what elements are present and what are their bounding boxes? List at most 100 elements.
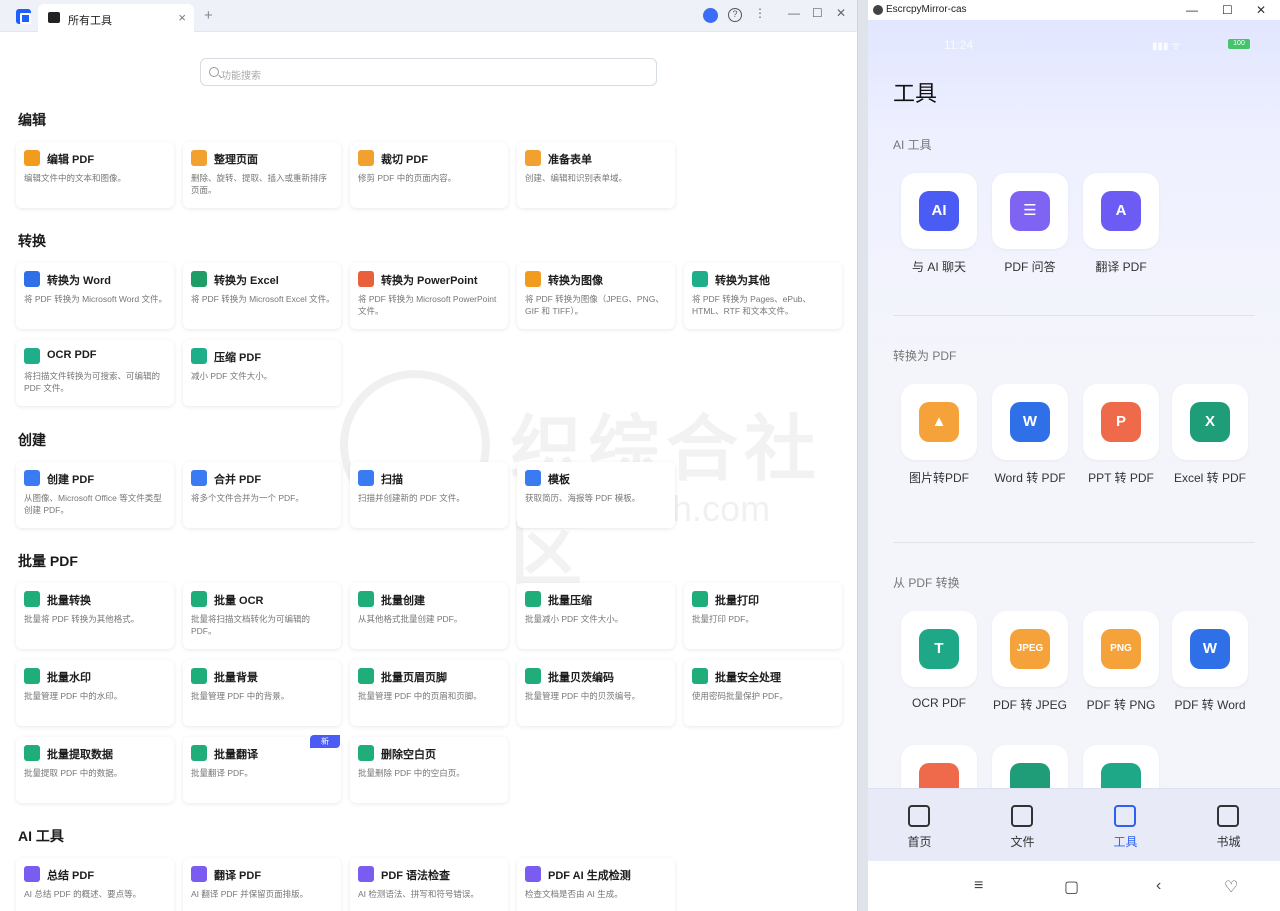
tool-card[interactable]: 模板 获取简历、海报等 PDF 模板。 bbox=[517, 462, 675, 528]
phone-tool-tile[interactable]: ▲ bbox=[901, 384, 977, 460]
page-title: 工具 bbox=[893, 81, 938, 106]
tool-card[interactable]: OCR PDF 将扫描文件转换为可搜索、可编辑的 PDF 文件。 bbox=[16, 340, 174, 406]
tool-title: 批量安全处理 bbox=[715, 672, 781, 684]
user-avatar-icon[interactable] bbox=[703, 8, 718, 23]
nav-label: 工具 bbox=[1113, 835, 1138, 849]
phone-tool-tile[interactable]: PNG bbox=[1083, 611, 1159, 687]
tool-card[interactable]: 总结 PDF AI 总结 PDF 的概述、要点等。 bbox=[16, 858, 174, 911]
tool-icon bbox=[191, 668, 207, 684]
tool-card[interactable]: 转换为 PowerPoint 将 PDF 转换为 Microsoft PowerP… bbox=[350, 263, 508, 329]
tool-title: PDF AI 生成检测 bbox=[548, 870, 631, 882]
tool-title: 转换为 Word bbox=[47, 275, 111, 287]
tool-title: 模板 bbox=[548, 474, 570, 486]
mirror-close-button[interactable]: ✕ bbox=[1256, 3, 1266, 17]
nav-item[interactable]: 书城 bbox=[1177, 789, 1280, 862]
tool-icon bbox=[24, 150, 40, 166]
close-window-button[interactable]: ✕ bbox=[836, 6, 846, 20]
more-menu-icon[interactable]: ⋮ bbox=[754, 6, 766, 20]
mirror-maximize-button[interactable]: ☐ bbox=[1222, 3, 1233, 17]
phone-tool-tile[interactable]: AI bbox=[901, 173, 977, 249]
phone-tool-label: Word 转 PDF bbox=[994, 471, 1066, 485]
tool-description: 将 PDF 转换为 Pages、ePub、HTML、RTF 和文本文件。 bbox=[692, 294, 812, 316]
tool-description: 批量翻译 PDF。 bbox=[191, 768, 253, 778]
signal-wifi-icon: ▮▮▮ ᯤ bbox=[1152, 41, 1181, 52]
tool-card[interactable]: PDF AI 生成检测 检查文档是否由 AI 生成。 bbox=[517, 858, 675, 911]
search-icon bbox=[209, 67, 219, 77]
tool-card[interactable]: 批量安全处理使用密码批量保护 PDF。 bbox=[684, 660, 842, 726]
maximize-button[interactable]: ☐ bbox=[812, 6, 823, 20]
phone-tool-label: 与 AI 聊天 bbox=[911, 260, 966, 274]
phone-tool-tile[interactable]: W bbox=[992, 384, 1068, 460]
battery-icon: 100 bbox=[1228, 39, 1250, 49]
tool-icon bbox=[191, 150, 207, 166]
section-title: AI 工具 bbox=[18, 828, 64, 844]
assistant-icon[interactable]: ♡ bbox=[1224, 877, 1238, 897]
close-tab-icon[interactable]: × bbox=[178, 10, 186, 25]
section-title: 编辑 bbox=[18, 112, 46, 128]
tool-card[interactable]: 删除空白页 批量删除 PDF 中的空白页。 bbox=[350, 737, 508, 803]
tool-title: 批量提取数据 bbox=[47, 749, 113, 761]
tool-title: 转换为 Excel bbox=[214, 275, 279, 287]
tool-title: 转换为 PowerPoint bbox=[381, 275, 478, 287]
tool-card[interactable]: 批量页眉页脚 批量管理 PDF 中的页眉和页脚。 bbox=[350, 660, 508, 726]
tool-card[interactable]: PDF 语法检查 AI 检测语法、拼写和符号错误。 bbox=[350, 858, 508, 911]
app-logo-icon[interactable] bbox=[16, 9, 31, 24]
tool-card[interactable]: 批量贝茨编码 批量管理 PDF 中的贝茨编号。 bbox=[517, 660, 675, 726]
nav-item[interactable]: 工具 bbox=[1074, 789, 1177, 862]
tool-card[interactable]: 准备表单 创建、编辑和识别表单域。 bbox=[517, 142, 675, 208]
help-icon[interactable]: ? bbox=[728, 8, 742, 22]
tool-card[interactable]: 批量创建 从其他格式批量创建 PDF。 bbox=[350, 583, 508, 649]
tool-card[interactable]: 创建 PDF 从图像、Microsoft Office 等文件类型创建 PDF。 bbox=[16, 462, 174, 528]
tool-card[interactable]: 转换为 Word 将 PDF 转换为 Microsoft Word 文件。 bbox=[16, 263, 174, 329]
search-input[interactable]: 功能搜索 bbox=[200, 58, 657, 86]
phone-tool-tile[interactable]: A bbox=[1083, 173, 1159, 249]
tool-card[interactable]: 转换为其他将 PDF 转换为 Pages、ePub、HTML、RTF 和文本文件… bbox=[684, 263, 842, 329]
mirror-minimize-button[interactable]: — bbox=[1186, 3, 1198, 17]
phone-tool-tile[interactable]: X bbox=[1172, 384, 1248, 460]
tool-description: 批量管理 PDF 中的水印。 bbox=[24, 691, 123, 701]
tool-card[interactable]: 批量提取数据 批量提取 PDF 中的数据。 bbox=[16, 737, 174, 803]
tool-card[interactable]: 压缩 PDF 减小 PDF 文件大小。 bbox=[183, 340, 341, 406]
phone-tool-tile[interactable]: JPEG bbox=[992, 611, 1068, 687]
phone-tool-tile[interactable]: P bbox=[1083, 384, 1159, 460]
tool-card[interactable]: 批量 OCR 批量将扫描文档转化为可编辑的 PDF。 bbox=[183, 583, 341, 649]
tool-card[interactable]: 批量背景 批量管理 PDF 中的背景。 bbox=[183, 660, 341, 726]
new-tab-button[interactable]: + bbox=[204, 7, 213, 24]
tool-card[interactable]: 转换为 Excel 将 PDF 转换为 Microsoft Excel 文件。 bbox=[183, 263, 341, 329]
tool-card[interactable]: 批量转换 批量将 PDF 转换为其他格式。 bbox=[16, 583, 174, 649]
phone-tool-tile[interactable]: T bbox=[901, 611, 977, 687]
minimize-button[interactable]: — bbox=[788, 6, 800, 20]
tool-title: 整理页面 bbox=[214, 154, 258, 166]
tool-icon bbox=[24, 348, 40, 364]
phone-tool-icon: W bbox=[1190, 629, 1230, 669]
tool-card[interactable]: 裁切 PDF 修剪 PDF 中的页面内容。 bbox=[350, 142, 508, 208]
tool-icon bbox=[191, 470, 207, 486]
tool-card[interactable]: 批量水印 批量管理 PDF 中的水印。 bbox=[16, 660, 174, 726]
nav-item[interactable]: 首页 bbox=[868, 789, 971, 862]
tab-all-tools[interactable]: 所有工具 × bbox=[38, 4, 194, 32]
tool-icon bbox=[525, 271, 541, 287]
phone-tool-icon: JPEG bbox=[1010, 629, 1050, 669]
tool-card[interactable]: 批量压缩 批量减小 PDF 文件大小。 bbox=[517, 583, 675, 649]
tool-card[interactable]: 扫描 扫描并创建新的 PDF 文件。 bbox=[350, 462, 508, 528]
tool-card[interactable]: 编辑 PDF 编辑文件中的文本和图像。 bbox=[16, 142, 174, 208]
tool-card[interactable]: 整理页面 删除、旋转、提取、插入或重新排序页面。 bbox=[183, 142, 341, 208]
nav-item[interactable]: 文件 bbox=[971, 789, 1074, 862]
phone-tool-tile[interactable]: ☰ bbox=[992, 173, 1068, 249]
tool-title: 批量打印 bbox=[715, 595, 759, 607]
file-icon bbox=[1011, 805, 1033, 827]
phone-tool-label: Excel 转 PDF bbox=[1173, 471, 1246, 485]
tool-card[interactable]: 合并 PDF 将多个文件合并为一个 PDF。 bbox=[183, 462, 341, 528]
tool-description: 使用密码批量保护 PDF。 bbox=[692, 691, 788, 701]
tool-card[interactable]: 批量打印 批量打印 PDF。 bbox=[684, 583, 842, 649]
phone-tool-label: OCR PDF bbox=[912, 696, 966, 710]
phone-tool-label: PDF 问答 bbox=[1004, 260, 1056, 274]
menu-icon[interactable]: ≡ bbox=[974, 877, 983, 895]
tool-card[interactable]: 翻译 PDF AI 翻译 PDF 并保留页面排版。 bbox=[183, 858, 341, 911]
home-square-icon[interactable]: ▢ bbox=[1064, 877, 1079, 897]
section-title: 转换 bbox=[18, 233, 46, 249]
status-time: 11:24 bbox=[944, 38, 974, 52]
phone-tool-tile[interactable]: W bbox=[1172, 611, 1248, 687]
tool-card[interactable]: 转换为图像将 PDF 转换为图像（JPEG、PNG、GIF 和 TIFF）。 bbox=[517, 263, 675, 329]
back-icon[interactable]: ‹ bbox=[1156, 877, 1161, 895]
